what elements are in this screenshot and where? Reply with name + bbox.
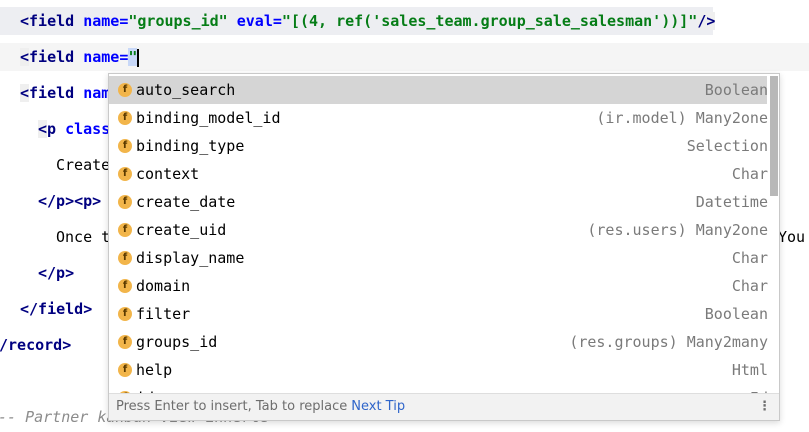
code-line-9[interactable]: </field>	[20, 295, 92, 323]
completion-item[interactable]: f auto_search Boolean	[109, 76, 768, 104]
completion-item-type: Datetime	[695, 193, 768, 211]
completion-item-name: context	[136, 165, 200, 183]
completion-item[interactable]: f binding_model_id (ir.model) Many2one	[109, 104, 768, 132]
code-line-10[interactable]: /record>	[0, 331, 71, 359]
completion-item[interactable]: f context Char	[109, 160, 768, 188]
completion-item[interactable]: f groups_id (res.groups) Many2many	[109, 328, 768, 356]
field-icon: f	[118, 335, 132, 349]
code-line-7-right: You	[778, 223, 805, 251]
field-icon: f	[118, 251, 132, 265]
attr-value: "[(4, ref('sales_team.group_sale_salesma…	[281, 12, 698, 30]
code-line-1[interactable]: <field name="groups_id" eval="[(4, ref('…	[20, 7, 716, 35]
footer-hint: Press Enter to insert, Tab to replace	[116, 399, 348, 414]
tag-markup: </field>	[20, 300, 93, 318]
text-caret	[137, 48, 140, 67]
field-icon: f	[118, 83, 132, 97]
field-icon: f	[118, 167, 132, 181]
tag-markup: /record>	[0, 336, 72, 354]
tag-name: p	[47, 120, 57, 138]
text-content: Once t	[56, 228, 111, 246]
next-tip-link[interactable]: Next Tip	[351, 399, 405, 414]
completion-item-name: filter	[136, 305, 191, 323]
completion-list[interactable]: f auto_search Boolean f binding_model_id…	[109, 76, 768, 412]
completion-item-type: (res.users) Many2one	[587, 221, 768, 239]
attr-name: eval	[236, 12, 273, 30]
field-icon: f	[118, 223, 132, 237]
completion-item-type: Html	[731, 361, 768, 379]
tag-name: field	[29, 48, 75, 66]
completion-item-name: create_uid	[136, 221, 227, 239]
completion-item-type: Char	[731, 277, 768, 295]
code-line-5[interactable]: Create	[56, 151, 110, 179]
tag-open: <	[20, 12, 30, 30]
attr-name-partial: class	[65, 120, 111, 138]
code-line-4[interactable]: <p class	[38, 115, 110, 143]
completion-item-name: auto_search	[136, 81, 236, 99]
completion-item-name: help	[136, 361, 173, 379]
completion-item-type: (res.groups) Many2many	[569, 333, 768, 351]
tag-close: />	[697, 12, 716, 30]
completion-item[interactable]: f domain Char	[109, 272, 768, 300]
completion-item[interactable]: f create_date Datetime	[109, 188, 768, 216]
completion-item-type: Char	[731, 249, 768, 267]
field-icon: f	[118, 307, 132, 321]
completion-item-name: create_date	[136, 193, 236, 211]
completion-item[interactable]: f create_uid (res.users) Many2one	[109, 216, 768, 244]
tag-open: <	[20, 48, 30, 66]
completion-item-type: Selection	[686, 137, 768, 155]
tag-open: <	[20, 84, 30, 102]
field-icon: f	[118, 111, 132, 125]
text-content-right: You	[778, 228, 806, 246]
tag-markup: </p>	[38, 264, 75, 282]
completion-item[interactable]: f filter Boolean	[109, 300, 768, 328]
completion-item[interactable]: f binding_type Selection	[109, 132, 768, 160]
completion-item[interactable]: f help Html	[109, 356, 768, 384]
completion-item-name: binding_type	[136, 137, 245, 155]
tag-markup: </p><p>	[38, 192, 102, 210]
attr-name-partial: nam	[83, 84, 111, 102]
attr-quote: "	[128, 48, 138, 66]
completion-item-type: Boolean	[704, 81, 768, 99]
text-content: Create	[56, 156, 111, 174]
completion-popup[interactable]: f auto_search Boolean f binding_model_id…	[108, 73, 780, 421]
tag-name: field	[29, 84, 75, 102]
field-icon: f	[118, 363, 132, 377]
more-options-icon[interactable]: ⋮	[758, 394, 771, 420]
attr-eq: =	[272, 12, 282, 30]
completion-footer: Press Enter to insert, Tab to replace Nex…	[109, 393, 779, 420]
field-icon: f	[118, 139, 132, 153]
code-line-2[interactable]: <field name="	[20, 43, 140, 71]
completion-item-name: groups_id	[136, 333, 218, 351]
completion-item-name: domain	[136, 277, 191, 295]
field-icon: f	[118, 195, 132, 209]
completion-item-name: display_name	[136, 249, 245, 267]
completion-item-type: (ir.model) Many2one	[596, 109, 768, 127]
completion-item[interactable]: f display_name Char	[109, 244, 768, 272]
completion-item-type: Char	[731, 165, 768, 183]
code-line-6[interactable]: </p><p>	[38, 187, 101, 215]
scrollbar-thumb[interactable]	[770, 76, 778, 196]
code-line-7[interactable]: Once t	[56, 223, 110, 251]
code-line-8[interactable]: </p>	[38, 259, 74, 287]
attr-name: name	[83, 12, 120, 30]
field-icon: f	[118, 279, 132, 293]
tag-open: <	[38, 120, 48, 138]
code-line-3[interactable]: <field nam	[20, 79, 110, 107]
completion-item-type: Boolean	[704, 305, 768, 323]
attr-value: "groups_id"	[128, 12, 228, 30]
tag-name: field	[29, 12, 75, 30]
completion-item-name: binding_model_id	[136, 109, 281, 127]
attr-name: name	[83, 48, 120, 66]
